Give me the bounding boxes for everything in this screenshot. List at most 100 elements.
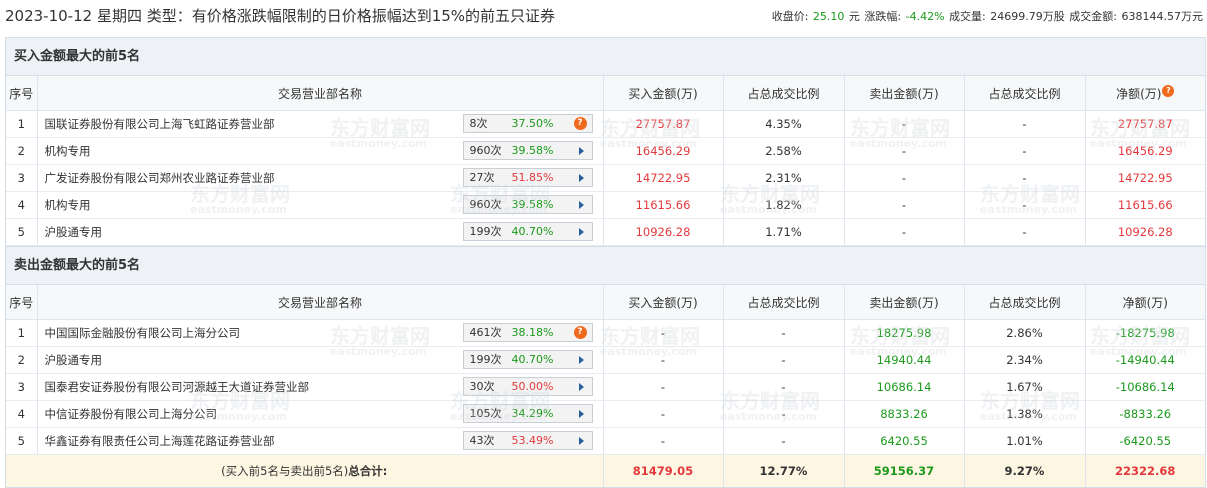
broker-name-link[interactable]: 华鑫证券有限责任公司上海莲花路证券营业部 xyxy=(45,433,275,449)
row-index: 1 xyxy=(6,110,38,138)
broker-stats-badge[interactable]: 199次 40.70% xyxy=(462,222,593,241)
total-label-prefix: (买入前5名与卖出前5名) xyxy=(221,464,349,478)
buy-ratio: - xyxy=(723,319,845,347)
broker-name-link[interactable]: 沪股通专用 xyxy=(45,224,103,240)
sell-ratio: 2.34% xyxy=(964,346,1086,374)
sell-ratio: 2.86% xyxy=(964,319,1086,347)
sell-ratio: - xyxy=(964,191,1086,219)
col-net-label: 净额(万) xyxy=(1116,86,1162,101)
question-icon[interactable]: ? xyxy=(573,117,587,130)
table-row: 2 机构专用 960次 39.58% 16456.29 2.58% - -16456.29 xyxy=(6,137,1205,165)
broker-cell: 沪股通专用 199次 40.70% xyxy=(37,218,604,246)
sell-ratio: - xyxy=(964,218,1086,246)
table-row: 1 中国国际金融股份有限公司上海分公司 461次 38.18%? - -18275.98 2… xyxy=(6,319,1205,347)
buy-ratio: - xyxy=(723,400,845,428)
broker-name-link[interactable]: 广发证券股份有限公司郑州农业路证券营业部 xyxy=(45,170,275,186)
arrow-right-icon[interactable] xyxy=(578,174,584,182)
arrow-right-icon[interactable] xyxy=(578,410,584,418)
col-index: 序号 xyxy=(6,285,38,320)
sell-amount: 6420.55 xyxy=(844,427,965,455)
buy-ratio: 4.35% xyxy=(723,110,845,138)
row-index: 5 xyxy=(6,218,38,246)
sell-section-title: 卖出金额最大的前5名 xyxy=(6,246,1205,285)
total-row: (买入前5名与卖出前5名)总合计: 81479.05 12.77% 59156.… xyxy=(6,454,1205,487)
listing-count: 960次 xyxy=(469,144,502,157)
row-index: 2 xyxy=(6,346,38,374)
broker-stats-badge[interactable]: 960次 39.58% xyxy=(462,195,593,214)
col-net-amount: 净额(万)? xyxy=(1085,76,1205,111)
row-index: 4 xyxy=(6,191,38,219)
arrow-right-icon[interactable] xyxy=(578,201,584,209)
sell-amount: - xyxy=(844,110,965,138)
row-index: 3 xyxy=(6,373,38,401)
col-broker-name: 交易营业部名称 xyxy=(37,285,604,320)
broker-stats-badge[interactable]: 105次 34.29% xyxy=(462,404,593,423)
win-rate: 37.50% xyxy=(511,117,554,130)
question-icon[interactable]: ? xyxy=(1162,84,1175,97)
buy-table: 序号 交易营业部名称 买入金额(万) 占总成交比例 卖出金额(万) 占总成交比例… xyxy=(6,76,1205,246)
buy-amount: 11615.66 xyxy=(603,191,724,219)
buy-ratio: 2.31% xyxy=(723,164,845,192)
sell-amount: 8833.26 xyxy=(844,400,965,428)
buy-amount: - xyxy=(603,373,724,401)
buy-amount: - xyxy=(603,400,724,428)
total-sell: 59156.37 xyxy=(844,454,965,487)
close-label: 收盘价: xyxy=(771,10,809,23)
col-buy-amount: 买入金额(万) xyxy=(603,76,724,111)
col-index: 序号 xyxy=(6,76,38,111)
broker-name-link[interactable]: 国泰君安证券股份有限公司河源越王大道证券营业部 xyxy=(45,379,310,395)
total-buy-ratio: 12.77% xyxy=(723,454,845,487)
sell-amount: - xyxy=(844,191,965,219)
arrow-right-icon[interactable] xyxy=(578,147,584,155)
sell-ratio: - xyxy=(964,164,1086,192)
arrow-right-icon[interactable] xyxy=(578,356,584,364)
broker-name-link[interactable]: 中信证券股份有限公司上海分公司 xyxy=(45,406,218,422)
turnover-label: 成交金额: xyxy=(1069,10,1117,23)
broker-cell: 中信证券股份有限公司上海分公司 105次 34.29% xyxy=(37,400,604,428)
net-amount: 14722.95 xyxy=(1085,164,1205,192)
top-bar: 2023-10-12 星期四 类型：有价格涨跌幅限制的日价格振幅达到15%的前五… xyxy=(0,0,1207,34)
broker-stats-badge[interactable]: 43次 53.49% xyxy=(462,431,593,450)
table-row: 1 国联证券股份有限公司上海飞虹路证券营业部 8次 37.50%? 27757.87 4.… xyxy=(6,110,1205,138)
win-rate: 39.58% xyxy=(511,198,554,211)
buy-amount: - xyxy=(603,346,724,374)
buy-header-row: 序号 交易营业部名称 买入金额(万) 占总成交比例 卖出金额(万) 占总成交比例… xyxy=(6,76,1205,111)
net-amount: 10926.28 xyxy=(1085,218,1205,246)
close-value: 25.10 xyxy=(812,10,845,23)
broker-stats-badge[interactable]: 960次 39.58% xyxy=(462,141,593,160)
total-net: 22322.68 xyxy=(1085,454,1205,487)
broker-name-link[interactable]: 中国国际金融股份有限公司上海分公司 xyxy=(45,325,241,341)
win-rate: 40.70% xyxy=(511,225,554,238)
sell-header-row: 序号 交易营业部名称 买入金额(万) 占总成交比例 卖出金额(万) 占总成交比例… xyxy=(6,285,1205,320)
sell-ratio: - xyxy=(964,110,1086,138)
broker-name-link[interactable]: 沪股通专用 xyxy=(45,352,103,368)
arrow-right-icon[interactable] xyxy=(578,228,584,236)
buy-amount: - xyxy=(603,427,724,455)
col-buy-amount: 买入金额(万) xyxy=(603,285,724,320)
broker-stats-badge[interactable]: 199次 40.70% xyxy=(462,350,593,369)
listing-count: 30次 xyxy=(469,380,495,393)
sell-amount: 10686.14 xyxy=(844,373,965,401)
broker-stats-badge[interactable]: 8次 37.50%? xyxy=(462,114,593,133)
broker-stats-badge[interactable]: 461次 38.18%? xyxy=(462,323,593,342)
total-label-bold: 总合计: xyxy=(348,464,388,478)
question-icon[interactable]: ? xyxy=(573,326,587,339)
buy-amount: 27757.87 xyxy=(603,110,724,138)
broker-stats-badge[interactable]: 30次 50.00% xyxy=(462,377,593,396)
col-broker-name: 交易营业部名称 xyxy=(37,76,604,111)
col-sell-amount: 卖出金额(万) xyxy=(844,76,965,111)
close-unit: 元 xyxy=(848,10,860,23)
buy-panel: 买入金额最大的前5名 序号 交易营业部名称 买入金额(万) 占总成交比例 卖出金… xyxy=(5,37,1206,488)
broker-name-link[interactable]: 机构专用 xyxy=(45,143,91,159)
volume-value: 24699.79万股 xyxy=(990,10,1065,23)
col-net-amount: 净额(万) xyxy=(1085,285,1205,320)
sell-amount: 18275.98 xyxy=(844,319,965,347)
broker-name-link[interactable]: 国联证券股份有限公司上海飞虹路证券营业部 xyxy=(45,116,275,132)
table-row: 3 广发证券股份有限公司郑州农业路证券营业部 27次 51.85% 14722.95 2.… xyxy=(6,164,1205,192)
broker-name-link[interactable]: 机构专用 xyxy=(45,197,91,213)
net-amount: 11615.66 xyxy=(1085,191,1205,219)
broker-stats-badge[interactable]: 27次 51.85% xyxy=(462,168,593,187)
win-rate: 51.85% xyxy=(511,171,554,184)
arrow-right-icon[interactable] xyxy=(578,383,584,391)
arrow-right-icon[interactable] xyxy=(578,437,584,445)
